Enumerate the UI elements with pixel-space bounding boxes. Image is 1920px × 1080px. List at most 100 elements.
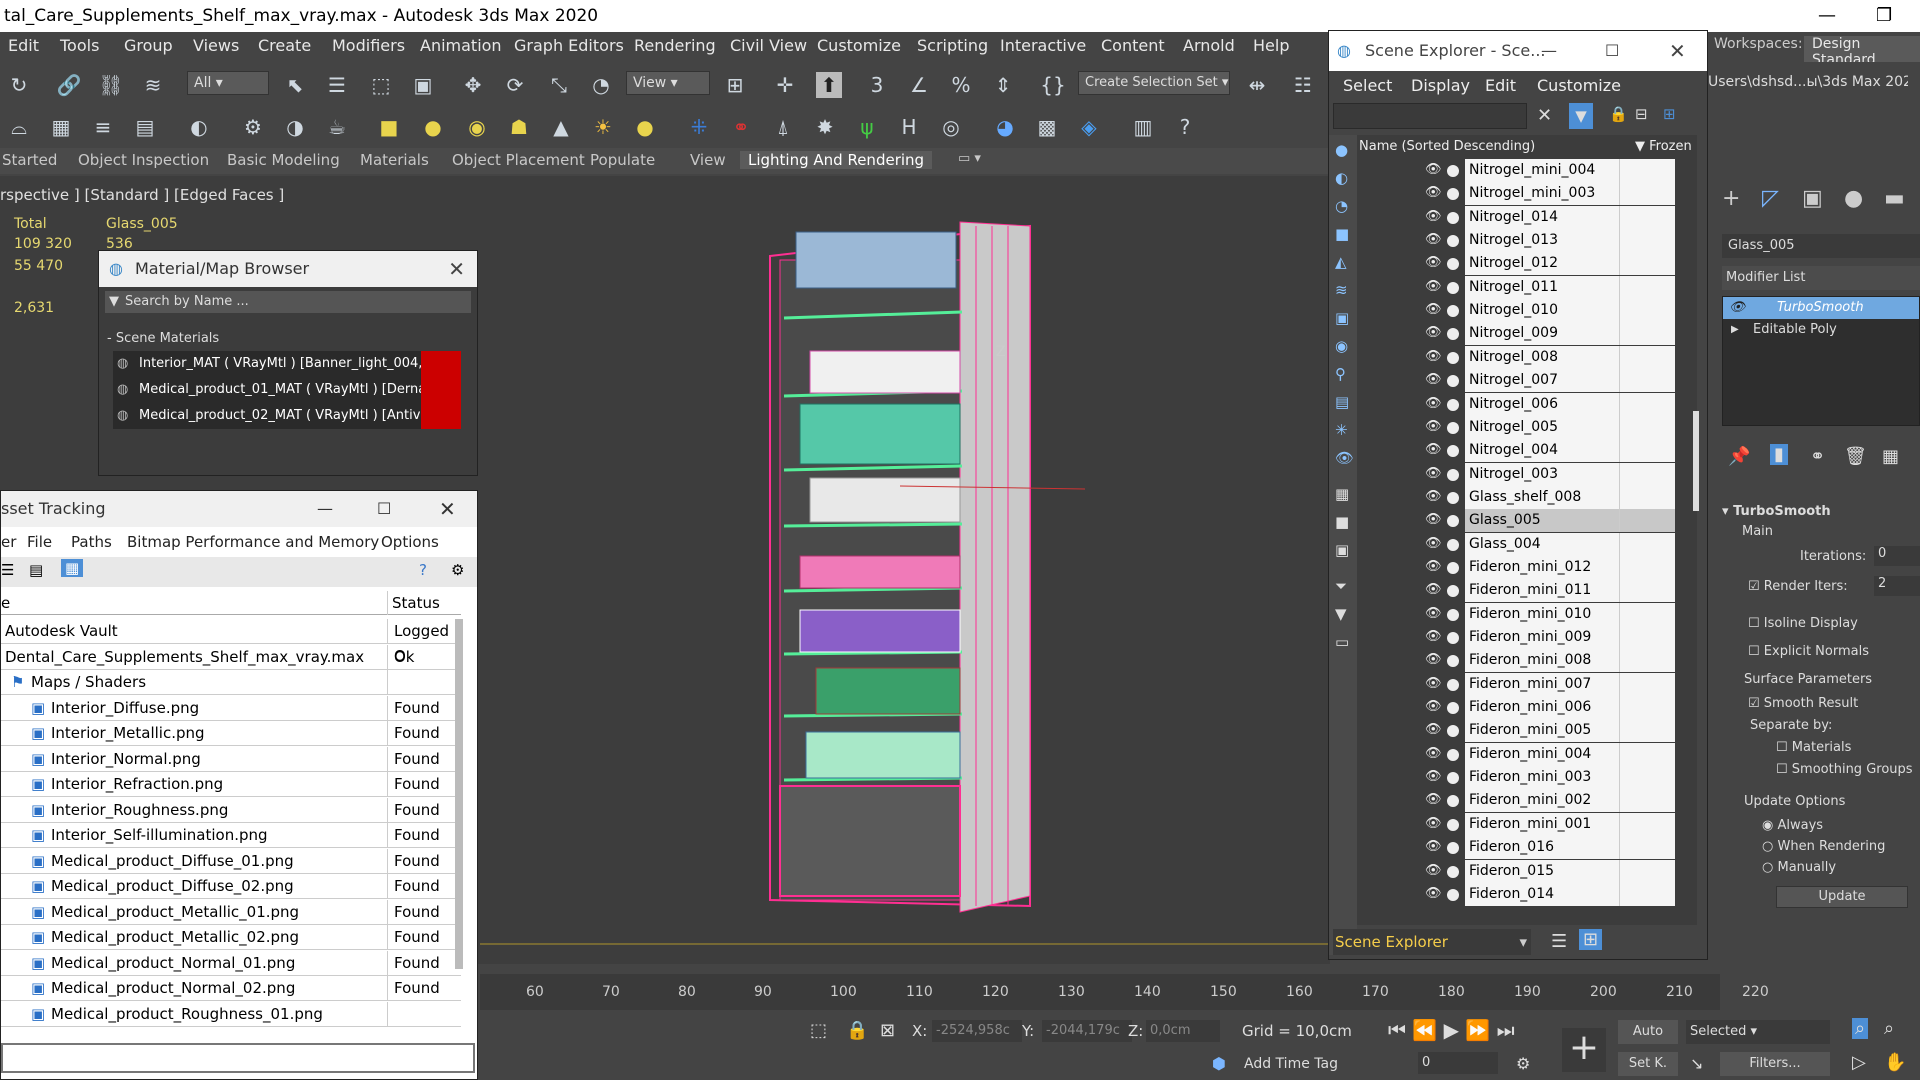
tab-populate[interactable]: Populate bbox=[590, 151, 655, 169]
material-map-browser[interactable]: ◍ Material/Map Browser ✕ ▼ Search by Nam… bbox=[98, 250, 478, 476]
list-item[interactable]: 👁 Fideron_mini_011 bbox=[1357, 579, 1697, 603]
visibility-eye-icon[interactable]: 👁 bbox=[1425, 839, 1442, 855]
list-item[interactable]: 👁 Glass_shelf_008 bbox=[1357, 485, 1697, 509]
render-icon[interactable]: ☕ bbox=[324, 114, 350, 140]
vray-frame-icon[interactable]: ▩ bbox=[1034, 114, 1060, 140]
ribbon-toggle-icon[interactable]: ⌓ bbox=[6, 114, 32, 140]
menu-interactive[interactable]: Interactive bbox=[1000, 36, 1086, 55]
create-tab-icon[interactable]: + bbox=[1722, 186, 1740, 211]
visibility-eye-icon[interactable]: 👁 bbox=[1425, 816, 1442, 832]
visibility-eye-icon[interactable]: 👁 bbox=[1425, 792, 1442, 808]
list-item[interactable]: 👁 Nitrogel_004 bbox=[1357, 439, 1697, 463]
frozen-cell[interactable] bbox=[1619, 672, 1673, 696]
visibility-eye-icon[interactable]: 👁 bbox=[1425, 606, 1442, 622]
remove-modifier-icon[interactable]: 🗑 bbox=[1844, 446, 1867, 467]
frozen-cell[interactable] bbox=[1619, 205, 1673, 229]
update-manually-radio[interactable]: ○ Manually bbox=[1762, 860, 1836, 875]
scene-materials-header[interactable]: - Scene Materials bbox=[107, 331, 219, 346]
chevron-right-icon[interactable]: ▶ bbox=[1731, 319, 1739, 341]
scene-explorer-titlebar[interactable]: ◍ Scene Explorer - Sce... — ☐ ✕ bbox=[1329, 31, 1707, 71]
table-row[interactable]: ▣ Medical_product_Normal_01.png Found bbox=[1, 950, 461, 976]
display-all-icon[interactable]: ▦ bbox=[1335, 485, 1349, 503]
menu-rendering[interactable]: Rendering bbox=[634, 36, 716, 55]
stack-item-editable-poly[interactable]: ▶ Editable Poly bbox=[1723, 319, 1919, 341]
list-item[interactable]: 👁 Fideron_016 bbox=[1357, 836, 1697, 860]
display-helpers-icon[interactable]: ◭ bbox=[1335, 253, 1347, 271]
visibility-eye-icon[interactable]: 👁 bbox=[1425, 676, 1442, 692]
frozen-cell[interactable] bbox=[1619, 485, 1673, 509]
frozen-cell[interactable] bbox=[1619, 322, 1673, 346]
select-by-name-icon[interactable]: ☰ bbox=[324, 72, 350, 98]
list-item[interactable]: 👁 Fideron_mini_002 bbox=[1357, 789, 1697, 813]
tab-lighting-and-rendering[interactable]: Lighting And Rendering bbox=[740, 151, 933, 169]
zoom-icon[interactable]: ⌕ bbox=[1852, 1018, 1869, 1039]
display-containers-icon[interactable]: ▤ bbox=[1335, 393, 1349, 411]
vray-sphere-icon[interactable]: ◕ bbox=[992, 114, 1018, 140]
separate-smoothing-checkbox[interactable]: ☐ Smoothing Groups bbox=[1776, 762, 1913, 777]
visibility-eye-icon[interactable]: 👁 bbox=[1425, 466, 1442, 482]
time-config-icon[interactable]: ⚙ bbox=[1516, 1054, 1530, 1073]
x-coord-field[interactable]: -2524,958c bbox=[932, 1020, 1022, 1042]
minimize-icon[interactable]: — bbox=[1541, 31, 1557, 71]
list-item[interactable]: 👁 Glass_005 bbox=[1357, 509, 1697, 533]
frozen-cell[interactable] bbox=[1619, 509, 1673, 533]
edit-named-sets-icon[interactable]: {} bbox=[1040, 72, 1066, 98]
menu-scripting[interactable]: Scripting bbox=[917, 36, 988, 55]
frozen-cell[interactable] bbox=[1619, 696, 1673, 720]
menu-create[interactable]: Create bbox=[258, 36, 311, 55]
window-crossing-icon[interactable]: ▣ bbox=[410, 72, 436, 98]
menu-customize[interactable]: Customize bbox=[1537, 76, 1621, 95]
restore-icon[interactable]: ❐ bbox=[1876, 0, 1892, 32]
tree-view-icon[interactable]: ▤ bbox=[29, 561, 43, 579]
field-of-view-icon[interactable]: ▷ bbox=[1852, 1052, 1866, 1073]
update-button[interactable]: Update bbox=[1776, 886, 1908, 908]
asset-scrollbar[interactable] bbox=[455, 619, 463, 969]
pivot-icon[interactable]: ⊞ bbox=[722, 72, 748, 98]
display-xrefs-icon[interactable]: ◉ bbox=[1335, 337, 1348, 355]
frozen-cell[interactable] bbox=[1619, 602, 1673, 626]
table-row[interactable]: ▣ Medical_product_Metallic_02.png Found bbox=[1, 925, 461, 950]
box-icon[interactable]: ■ bbox=[376, 114, 402, 140]
table-row[interactable]: ⚑ Maps / Shaders bbox=[1, 670, 461, 695]
vray-proxy-icon[interactable]: ▥ bbox=[1130, 114, 1156, 140]
rollout-turbosmooth[interactable]: ▾ TurboSmooth bbox=[1722, 504, 1831, 519]
help-icon[interactable]: ? bbox=[419, 561, 427, 579]
table-view-icon[interactable]: ▦ bbox=[61, 559, 84, 577]
visibility-eye-icon[interactable]: 👁 bbox=[1425, 209, 1442, 225]
list-view-icon[interactable]: ☰ bbox=[1, 561, 14, 579]
menu-tools[interactable]: Tools bbox=[60, 36, 99, 55]
visibility-eye-icon[interactable]: 👁 bbox=[1425, 349, 1442, 365]
visibility-eye-icon[interactable]: 👁 bbox=[1425, 536, 1442, 552]
clear-search-icon[interactable]: ✕ bbox=[1537, 105, 1552, 126]
visibility-eye-icon[interactable]: 👁 bbox=[1425, 652, 1442, 668]
make-unique-icon[interactable]: ⚭ bbox=[1810, 446, 1825, 467]
menu-options[interactable]: Options bbox=[381, 533, 439, 551]
column-frozen[interactable]: ▼ Frozen bbox=[1635, 135, 1692, 159]
move-icon[interactable]: ✥ bbox=[460, 72, 486, 98]
visibility-eye-icon[interactable]: 👁 bbox=[1425, 442, 1442, 458]
frozen-cell[interactable] bbox=[1619, 626, 1673, 649]
visibility-eye-icon[interactable]: 👁 bbox=[1425, 863, 1442, 879]
material-item[interactable]: ◍ Medical_product_02_MAT ( VRayMtl ) [An… bbox=[113, 403, 461, 429]
menu-group[interactable]: Group bbox=[124, 36, 173, 55]
hierarchy-tab-icon[interactable]: ▣ bbox=[1802, 186, 1823, 211]
table-row[interactable]: ▣ Interior_Normal.png Found bbox=[1, 746, 461, 772]
filter-funnel-icon[interactable]: ⏷ bbox=[1335, 577, 1347, 595]
table-row[interactable]: ▣ Medical_product_Metallic_01.png Found bbox=[1, 899, 461, 925]
frozen-cell[interactable] bbox=[1619, 859, 1673, 883]
list-item[interactable]: 👁 Nitrogel_006 bbox=[1357, 392, 1697, 416]
explicit-normals-checkbox[interactable]: ☐ Explicit Normals bbox=[1748, 644, 1869, 659]
visibility-eye-icon[interactable]: 👁 bbox=[1425, 769, 1442, 785]
key-filters-button[interactable]: Filters... bbox=[1720, 1052, 1830, 1076]
set-key-icon[interactable]: + bbox=[1562, 1028, 1606, 1072]
table-row[interactable]: ▣ Interior_Diffuse.png Found bbox=[1, 695, 461, 721]
visibility-eye-icon[interactable]: 👁 bbox=[1425, 559, 1442, 575]
column-name[interactable]: e bbox=[1, 594, 10, 612]
spinner-snap-icon[interactable]: ⇕ bbox=[990, 72, 1016, 98]
show-end-result-icon[interactable]: ▮ bbox=[1770, 444, 1788, 465]
stack-item-turbosmooth[interactable]: 👁 TurboSmooth bbox=[1723, 297, 1919, 319]
menu-animation[interactable]: Animation bbox=[420, 36, 502, 55]
list-item[interactable]: 👁 Fideron_014 bbox=[1357, 882, 1697, 906]
frozen-cell[interactable] bbox=[1619, 579, 1673, 603]
list-item[interactable]: 👁 Fideron_mini_010 bbox=[1357, 602, 1697, 626]
